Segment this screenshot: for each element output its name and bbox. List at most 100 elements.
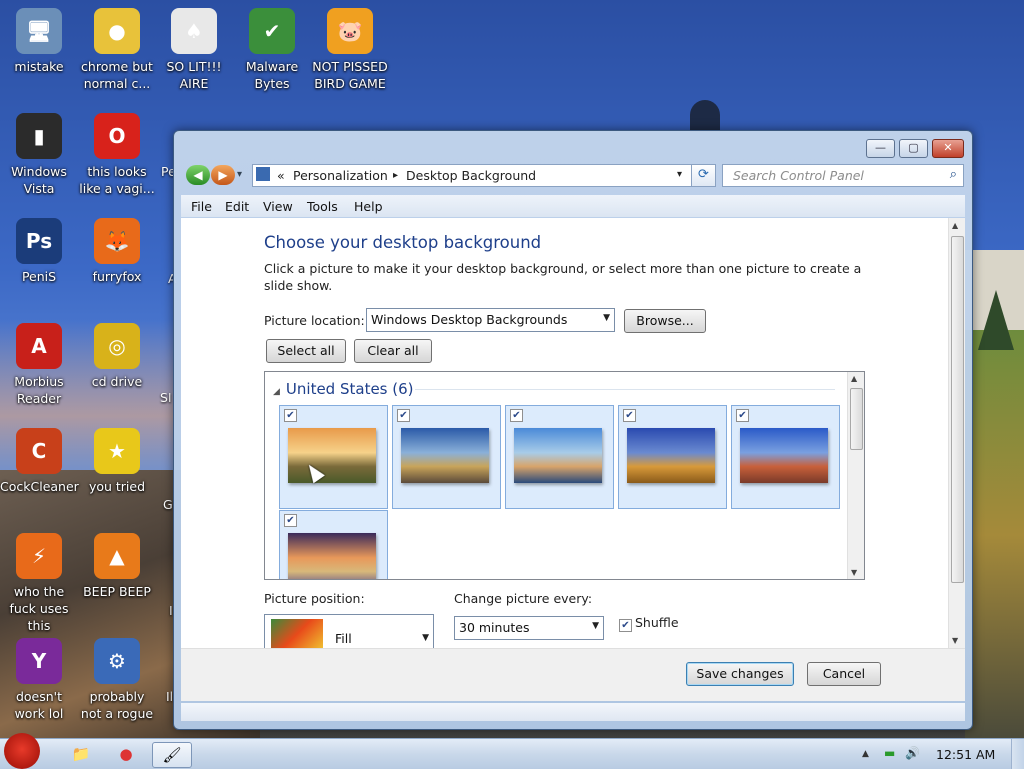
menu-help[interactable]: Help — [354, 199, 383, 214]
search-icon[interactable]: ⌕ — [950, 167, 957, 182]
breadcrumb-chevrons[interactable]: « — [277, 168, 285, 183]
desktop-icon-firefox[interactable]: 🦊 furryfox — [78, 218, 156, 285]
start-button[interactable] — [4, 733, 40, 769]
wallpaper-tile[interactable]: ✔ — [505, 405, 614, 509]
desktop-icon-label: mistake — [14, 59, 64, 74]
show-hidden-icons[interactable]: ▲ — [862, 749, 869, 759]
address-bar[interactable]: « Personalization ▸ Desktop Background ▾ — [252, 164, 692, 187]
select-all-button[interactable]: Select all — [266, 339, 346, 363]
change-every-select[interactable]: 30 minutes ▼ — [454, 616, 604, 640]
maximize-button[interactable]: ▢ — [899, 139, 928, 158]
wallpaper-tile[interactable]: ✔ — [279, 510, 388, 579]
picture-position-label: Picture position: — [264, 591, 365, 606]
desktop-icon-malwarebytes[interactable]: ✔ Malware Bytes — [233, 8, 311, 92]
picture-position-select[interactable]: Fill ▼ — [264, 614, 434, 648]
desktop-icon-pdf-reader[interactable]: A Morbius Reader — [0, 323, 78, 407]
close-button[interactable]: ✕ — [932, 139, 964, 158]
show-desktop-button[interactable] — [1011, 739, 1024, 769]
address-dropdown-arrow[interactable]: ▾ — [677, 169, 682, 180]
desktop-icon-vlc[interactable]: ▲ BEEP BEEP — [78, 533, 156, 600]
wallpaper-grass — [965, 330, 1024, 740]
scroll-down-arrow[interactable]: ▼ — [952, 636, 958, 645]
picture-location-value: Windows Desktop Backgrounds — [371, 312, 568, 327]
desktop-icon-label: chrome but normal c... — [81, 59, 153, 91]
back-button[interactable]: ◀ — [186, 165, 210, 185]
tile-checkbox[interactable]: ✔ — [284, 409, 297, 422]
minimize-button[interactable]: — — [866, 139, 895, 158]
clock[interactable]: 12:51 AM — [936, 747, 995, 762]
wallpaper-tile[interactable]: ✔ — [618, 405, 727, 509]
gallery-scrollbar[interactable]: ▲ ▼ — [847, 372, 864, 579]
desktop-icon-you-tried[interactable]: ★ you tried — [78, 428, 156, 495]
cancel-button[interactable]: Cancel — [807, 662, 881, 686]
gallery-scroll-thumb[interactable] — [850, 388, 863, 450]
malwarebytes-icon: ✔ — [249, 8, 295, 54]
chevron-down-icon: ▼ — [422, 633, 429, 643]
desktop-icon-rogue-antivirus[interactable]: ⚙ probably not a rogue — [78, 638, 156, 722]
desktop-icon-yahoo-messenger[interactable]: Ydoesn't work lol — [0, 638, 78, 722]
chrome-taskbar-icon[interactable]: ● — [107, 742, 145, 766]
photoshop-icon: Ps — [16, 218, 62, 264]
gallery-group-header[interactable]: ◢ United States (6) — [273, 380, 414, 398]
desktop-icon-windows-vista[interactable]: ▮ Windows Vista — [0, 113, 78, 197]
content-scroll-thumb[interactable] — [951, 236, 964, 583]
desktop-icon-label: Morbius Reader — [14, 374, 64, 406]
shuffle-checkbox[interactable]: ✔ — [619, 619, 632, 632]
scroll-down-arrow[interactable]: ▼ — [851, 568, 857, 577]
breadcrumb-separator[interactable]: ▸ — [393, 170, 398, 181]
avast-icon: ⚡ — [16, 533, 62, 579]
chevron-down-icon: ▼ — [592, 621, 599, 631]
desktop-icon-avast[interactable]: ⚡ who the fuck uses this — [0, 533, 78, 634]
search-input[interactable]: Search Control Panel — [733, 168, 864, 183]
clear-all-button[interactable]: Clear all — [354, 339, 432, 363]
refresh-button[interactable]: ⟳ — [691, 164, 716, 187]
opera-icon: O — [94, 113, 140, 159]
taskbar: 📁 ● 🖌 ▲ ▬ 🔊 12:51 AM — [0, 733, 1024, 769]
scroll-up-arrow[interactable]: ▲ — [851, 374, 857, 383]
save-changes-button[interactable]: Save changes — [686, 662, 794, 686]
desktop-icon-chrome[interactable]: ● chrome but normal c... — [78, 8, 156, 92]
desktop-icon-cd-drive[interactable]: ◎ cd drive — [78, 323, 156, 390]
menu-file[interactable]: File — [191, 199, 212, 214]
change-every-value: 30 minutes — [459, 620, 530, 635]
menu-edit[interactable]: Edit — [225, 199, 249, 214]
volume-icon[interactable]: 🔊 — [905, 746, 920, 760]
desktop-icon-ccleaner[interactable]: C CockCleaner — [0, 428, 79, 495]
desktop-partial-label: SI — [160, 390, 172, 405]
tile-checkbox[interactable]: ✔ — [736, 409, 749, 422]
menu-tools[interactable]: Tools — [307, 199, 338, 214]
forward-button[interactable]: ▶ — [211, 165, 235, 185]
tile-checkbox[interactable]: ✔ — [510, 409, 523, 422]
desktop-icon-label: doesn't work lol — [14, 689, 64, 721]
search-box[interactable]: Search Control Panel ⌕ — [722, 164, 964, 187]
desktop-icon-opera[interactable]: Othis looks like a vagi... — [78, 113, 156, 197]
scroll-up-arrow[interactable]: ▲ — [952, 221, 958, 230]
wallpaper-thumbnail — [401, 428, 489, 483]
desktop-icon-solitaire[interactable]: ♠ SO LIT!!! AIRE — [155, 8, 233, 92]
desktop-icon-mistake[interactable]: 🖥 mistake — [0, 8, 78, 75]
tile-checkbox[interactable]: ✔ — [397, 409, 410, 422]
control-panel-taskbar-icon[interactable]: 🖌 — [152, 742, 192, 768]
battery-icon[interactable]: ▬ — [884, 746, 895, 760]
content-scrollbar[interactable]: ▲ ▼ — [948, 218, 965, 648]
wallpaper-tile[interactable]: ✔ — [279, 405, 388, 509]
desktop-icon-label: you tried — [88, 479, 146, 494]
wallpaper-tile[interactable]: ✔ — [392, 405, 501, 509]
collapse-triangle-icon[interactable]: ◢ — [273, 387, 280, 397]
wallpaper-thumbnail — [514, 428, 602, 483]
desktop-icon-label: who the fuck uses this — [9, 584, 69, 633]
tile-checkbox[interactable]: ✔ — [284, 514, 297, 527]
browse-button[interactable]: Browse... — [624, 309, 706, 333]
explorer-taskbar-icon[interactable]: 📁 — [62, 742, 100, 766]
menu-view[interactable]: View — [263, 199, 293, 214]
recent-pages-dropdown[interactable]: ▾ — [237, 169, 242, 180]
desktop-icon-label: furryfox — [92, 269, 142, 284]
tile-checkbox[interactable]: ✔ — [623, 409, 636, 422]
breadcrumb-personalization[interactable]: Personalization — [293, 168, 388, 183]
menu-bar: File Edit View Tools Help — [181, 195, 965, 217]
desktop-icon-label: NOT PISSED BIRD GAME — [312, 59, 388, 91]
wallpaper-tile[interactable]: ✔ — [731, 405, 840, 509]
desktop-icon-photoshop[interactable]: Ps PeniS — [0, 218, 78, 285]
picture-location-select[interactable]: Windows Desktop Backgrounds ▼ — [366, 308, 615, 332]
desktop-icon-bird-game[interactable]: 🐷 NOT PISSED BIRD GAME — [311, 8, 389, 92]
